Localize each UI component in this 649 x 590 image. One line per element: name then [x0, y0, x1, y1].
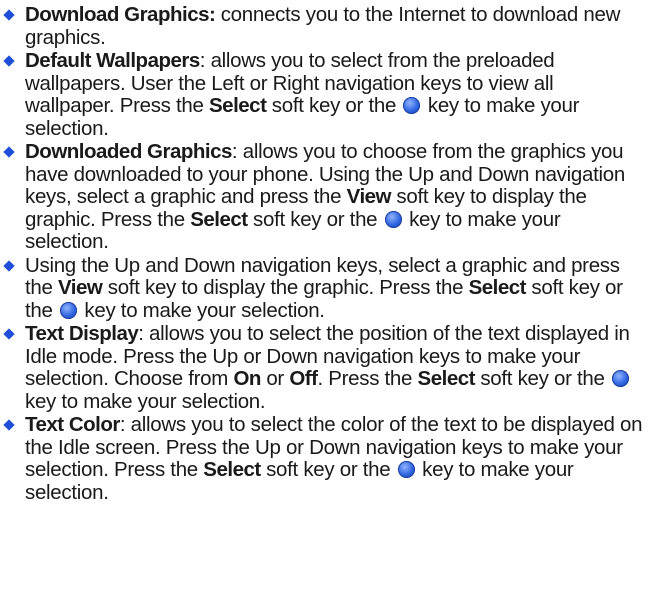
bold-term: Select: [203, 458, 261, 481]
diamond-bullet-icon: [4, 10, 15, 21]
body-text: soft key to display the graphic. Press t…: [102, 276, 469, 299]
bold-term: Select: [209, 94, 267, 117]
body-text: soft key or the: [260, 458, 396, 481]
bullet-item: Download Graphics: connects you to the I…: [3, 3, 643, 49]
select-key-icon: [60, 301, 77, 319]
bold-term: Text Display: [25, 322, 139, 345]
bold-term: Text Color: [25, 413, 120, 436]
bold-term: Select: [468, 276, 527, 299]
bullet-item: Text Display: allows you to select the p…: [3, 322, 643, 413]
bold-term: Default Wallpapers: [25, 49, 200, 72]
bold-term: Download Graphics:: [25, 3, 216, 26]
body-text: . Press the: [317, 367, 418, 390]
bold-term: Downloaded Graphics: [25, 140, 232, 163]
bold-term: View: [58, 276, 103, 299]
body-text: key to make your selection.: [79, 298, 325, 322]
bullet-item: Downloaded Graphics: allows you to choos…: [3, 140, 643, 254]
diamond-bullet-icon: [4, 147, 15, 158]
body-text: soft key or the: [247, 207, 383, 231]
bold-term: View: [346, 185, 392, 208]
bold-term: Off: [289, 367, 318, 390]
manual-page: Download Graphics: connects you to the I…: [3, 3, 643, 504]
bullet-item: Text Color: allows you to select the col…: [3, 413, 643, 504]
diamond-bullet-icon: [4, 329, 15, 340]
body-text: soft key or the: [266, 94, 402, 117]
bold-term: Select: [190, 207, 248, 231]
diamond-bullet-icon: [4, 420, 15, 431]
select-key-icon: [403, 97, 421, 114]
bullet-item: Default Wallpapers: allows you to select…: [3, 49, 643, 140]
diamond-bullet-icon: [4, 261, 15, 272]
select-key-icon: [384, 210, 402, 228]
diamond-bullet-icon: [4, 56, 15, 67]
bold-term: On: [233, 367, 261, 390]
body-text: key to make your selection.: [25, 389, 266, 413]
bold-term: Select: [417, 367, 476, 390]
bullet-item: Using the Up and Down navigation keys, s…: [3, 254, 643, 323]
select-key-icon: [397, 461, 415, 478]
body-text: soft key or the: [474, 367, 611, 390]
select-key-icon: [612, 370, 630, 387]
body-text: or: [260, 367, 290, 390]
